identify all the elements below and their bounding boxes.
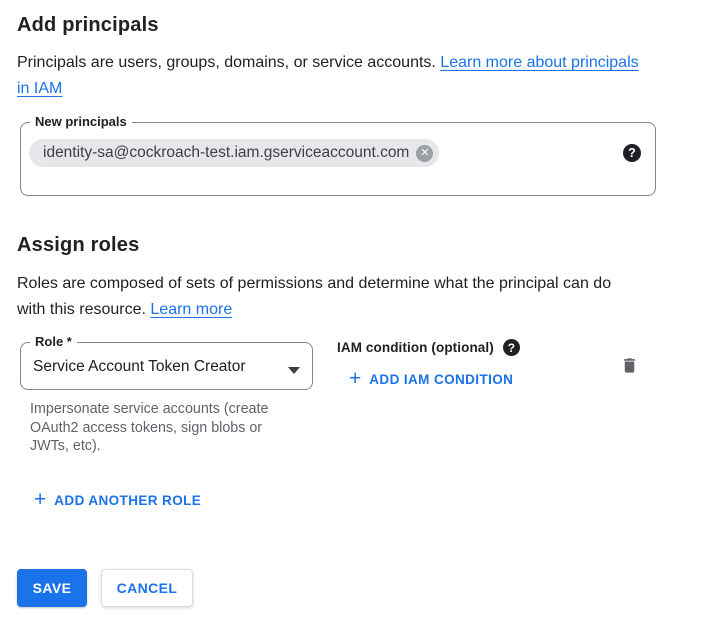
delete-role-button[interactable]: [618, 354, 641, 380]
new-principals-label: New principals: [30, 114, 132, 129]
iam-condition-header: IAM condition (optional) ?: [337, 339, 520, 356]
plus-icon: +: [34, 492, 46, 508]
role-helper-text: Impersonate service accounts (create OAu…: [30, 400, 294, 456]
principal-chip-value: identity-sa@cockroach-test.iam.gservicea…: [43, 144, 409, 162]
cancel-button[interactable]: CANCEL: [101, 569, 193, 607]
trash-icon: [620, 356, 639, 375]
assign-roles-title: Assign roles: [17, 234, 139, 257]
add-iam-condition-label: ADD IAM CONDITION: [369, 372, 513, 387]
save-button[interactable]: SAVE: [17, 569, 87, 607]
new-principals-help-icon[interactable]: ?: [623, 144, 641, 162]
iam-condition-label: IAM condition (optional): [337, 340, 494, 355]
principals-description-text: Principals are users, groups, domains, o…: [17, 54, 440, 71]
add-another-role-button[interactable]: + ADD ANOTHER ROLE: [34, 492, 201, 508]
add-another-role-label: ADD ANOTHER ROLE: [54, 493, 201, 508]
plus-icon: +: [349, 371, 361, 387]
caret-down-icon: [288, 367, 300, 374]
new-principals-field[interactable]: New principals identity-sa@cockroach-tes…: [20, 122, 656, 196]
add-iam-condition-button[interactable]: + ADD IAM CONDITION: [349, 371, 513, 387]
add-principals-panel: Add principals Principals are users, gro…: [0, 0, 713, 629]
role-selected-value: Service Account Token Creator: [33, 358, 246, 376]
assign-roles-description: Roles are composed of sets of permission…: [17, 271, 641, 323]
principals-description: Principals are users, groups, domains, o…: [17, 50, 641, 102]
page-title: Add principals: [17, 14, 159, 37]
role-label: Role *: [30, 334, 77, 349]
assign-roles-description-text: Roles are composed of sets of permission…: [17, 275, 611, 318]
iam-condition-help-icon[interactable]: ?: [503, 339, 520, 356]
learn-more-roles-link[interactable]: Learn more: [150, 301, 232, 318]
role-select[interactable]: Role * Service Account Token Creator: [20, 342, 313, 390]
principal-chip: identity-sa@cockroach-test.iam.gservicea…: [29, 139, 439, 167]
chip-remove-icon[interactable]: ✕: [416, 145, 433, 162]
